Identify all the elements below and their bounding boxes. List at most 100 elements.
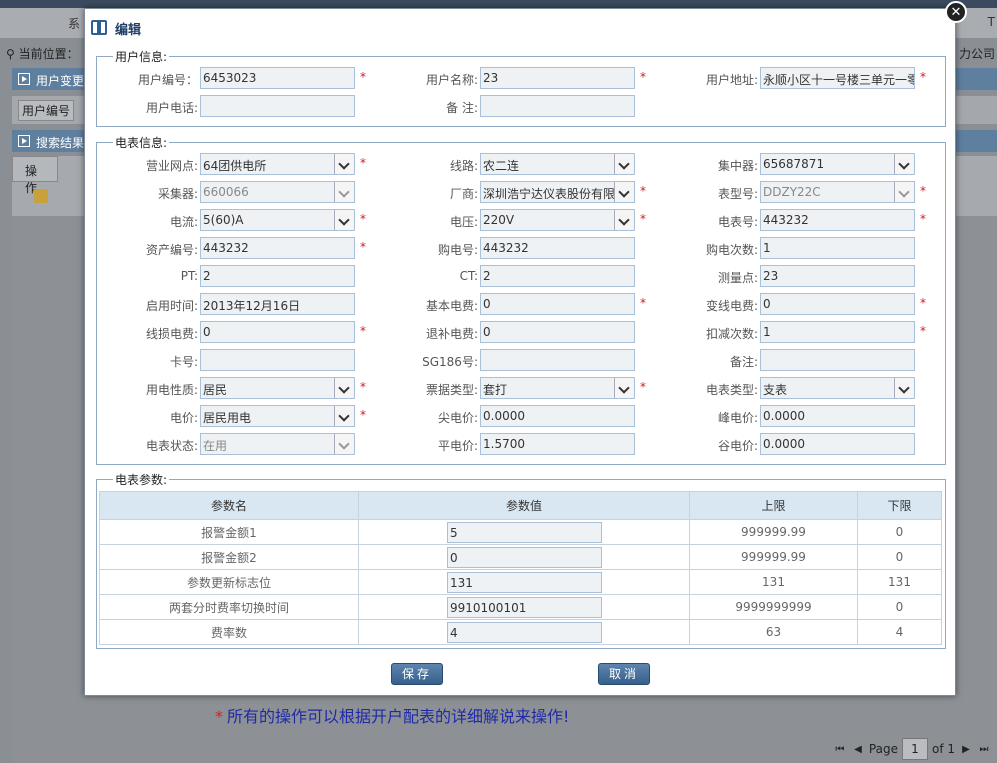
meter-field-26-label: 电表类型: — [705, 383, 758, 397]
meter-field-10-label: 购电号: — [437, 243, 478, 257]
meter-field-10-input[interactable]: 443232 — [480, 237, 635, 259]
meter-field-16-label: 基本电费: — [425, 299, 478, 313]
meter-field-24-select[interactable]: 居民 — [200, 377, 355, 399]
meter-field-31-value: 1.5700 — [483, 437, 525, 451]
next-page-icon[interactable]: ▶ — [959, 744, 973, 755]
meter-field-32-input[interactable]: 0.0000 — [760, 433, 915, 455]
meter-field-0-select[interactable]: 64团供电所 — [200, 153, 355, 175]
page-label: Page — [868, 742, 898, 756]
lower-limit-cell: 0 — [857, 544, 942, 570]
close-button[interactable]: ✕ — [945, 1, 967, 23]
user-field-1-input[interactable]: 23 — [480, 67, 635, 89]
param-value-input[interactable]: 9910100101 — [447, 596, 602, 618]
prev-page-icon[interactable]: ◀ — [851, 744, 865, 755]
meter-field-31-input[interactable]: 1.5700 — [480, 433, 635, 455]
required-marker: * — [920, 70, 926, 84]
param-value-input[interactable]: 0 — [447, 546, 602, 568]
user-field-0-input[interactable]: 6453023 — [200, 67, 355, 89]
page-input[interactable]: 1 — [901, 738, 928, 760]
chevron-down-icon[interactable] — [614, 210, 634, 230]
edit-icon[interactable] — [34, 189, 48, 203]
save-button[interactable]: 保存 — [391, 663, 443, 685]
param-value-header: 参数值 — [358, 491, 690, 520]
user-field-0-label: 用户编号： — [137, 73, 198, 87]
meter-field-30-select[interactable]: 在用 — [200, 433, 355, 455]
meter-field-5-select[interactable]: DDZY22C — [760, 181, 915, 203]
meter-field-18-value: 0 — [203, 325, 211, 339]
meter-field-23-input[interactable] — [760, 349, 915, 371]
meter-field-14-input[interactable]: 23 — [760, 265, 915, 287]
chevron-down-icon[interactable] — [894, 182, 914, 202]
meter-field-16-input[interactable]: 0 — [480, 293, 635, 315]
meter-field-8-input[interactable]: 443232 — [760, 209, 915, 231]
meter-field-31-label: 平电价: — [437, 439, 478, 453]
lower-limit-cell: 131 — [857, 569, 942, 595]
meter-field-20-value: 1 — [763, 325, 771, 339]
last-page-icon[interactable]: ⏭ — [977, 744, 991, 755]
meter-field-29-input[interactable]: 0.0000 — [760, 405, 915, 427]
meter-field-18-input[interactable]: 0 — [200, 321, 355, 343]
meter-field-26-select[interactable]: 支表 — [760, 377, 915, 399]
chevron-down-icon[interactable] — [334, 210, 354, 230]
upper-limit-cell: 63 — [689, 619, 858, 645]
param-name-cell: 报警金额2 — [99, 544, 359, 570]
meter-field-6-select[interactable]: 5(60)A — [200, 209, 355, 231]
meter-field-6-value: 5(60)A — [203, 213, 244, 227]
param-value-cell: 0 — [358, 544, 690, 570]
meter-field-27-select[interactable]: 居民用电 — [200, 405, 355, 427]
meter-field-1-value: 农二连 — [483, 159, 520, 173]
meter-field-20-input[interactable]: 1 — [760, 321, 915, 343]
chevron-down-icon[interactable] — [614, 378, 634, 398]
chevron-down-icon[interactable] — [894, 378, 914, 398]
meter-field-19-input[interactable]: 0 — [480, 321, 635, 343]
meter-field-4-select[interactable]: 深圳浩宁达仪表股份有限 — [480, 181, 635, 203]
first-page-icon[interactable]: ⏮ — [833, 744, 847, 755]
meter-field-9-input[interactable]: 443232 — [200, 237, 355, 259]
table-row: 报警金额2 0 999999.99 0 — [99, 544, 942, 570]
nav-item-right[interactable]: T — [988, 15, 995, 29]
param-value-input[interactable]: 4 — [447, 621, 602, 643]
meter-field-3-select[interactable]: 660066 — [200, 181, 355, 203]
nav-item[interactable]: 系 — [68, 15, 80, 32]
meter-field-17-input[interactable]: 0 — [760, 293, 915, 315]
meter-field-25-select[interactable]: 套打 — [480, 377, 635, 399]
required-marker: * — [920, 324, 926, 338]
meter-field-26-value: 支表 — [763, 383, 788, 397]
user-field-2-input[interactable]: 永顺小区十一号楼三单元一零 — [760, 67, 915, 89]
meter-field-29-value: 0.0000 — [763, 409, 805, 423]
param-value-cell: 4 — [358, 619, 690, 645]
chevron-down-icon[interactable] — [334, 378, 354, 398]
cancel-button[interactable]: 取消 — [598, 663, 650, 685]
meter-field-15-value: 2013年12月16日 — [203, 299, 301, 313]
meter-field-21-input[interactable] — [200, 349, 355, 371]
param-value-input[interactable]: 131 — [447, 571, 602, 593]
meter-field-15-input[interactable]: 2013年12月16日 — [200, 293, 355, 315]
meter-field-28-input[interactable]: 0.0000 — [480, 405, 635, 427]
required-marker: * — [360, 408, 366, 422]
user-field-4-input[interactable] — [480, 95, 635, 117]
meter-field-2-select[interactable]: 65687871 — [760, 153, 915, 175]
meter-field-2-label: 集中器: — [717, 159, 758, 173]
chevron-down-icon[interactable] — [894, 154, 914, 174]
chevron-down-icon[interactable] — [334, 406, 354, 426]
meter-field-22-input[interactable] — [480, 349, 635, 371]
meter-field-10-value: 443232 — [483, 241, 529, 255]
chevron-down-icon[interactable] — [334, 182, 354, 202]
chevron-down-icon[interactable] — [614, 182, 634, 202]
meter-field-1-select[interactable]: 农二连 — [480, 153, 635, 175]
meter-field-11-input[interactable]: 1 — [760, 237, 915, 259]
meter-field-5-label: 表型号: — [717, 187, 758, 201]
param-value-input[interactable]: 5 — [447, 521, 602, 543]
chevron-down-icon[interactable] — [614, 154, 634, 174]
chevron-down-icon[interactable] — [334, 434, 354, 454]
meter-field-11-label: 购电次数: — [705, 243, 758, 257]
param-name-header: 参数名 — [99, 491, 359, 520]
meter-field-12-input[interactable]: 2 — [200, 265, 355, 287]
chevron-down-icon[interactable] — [334, 154, 354, 174]
params-header-row: 参数名 参数值 上限 下限 — [99, 491, 942, 520]
meter-field-13-label: CT: — [459, 269, 478, 283]
meter-field-24-label: 用电性质: — [145, 383, 198, 397]
meter-field-7-select[interactable]: 220V — [480, 209, 635, 231]
user-field-3-input[interactable] — [200, 95, 355, 117]
meter-field-13-input[interactable]: 2 — [480, 265, 635, 287]
